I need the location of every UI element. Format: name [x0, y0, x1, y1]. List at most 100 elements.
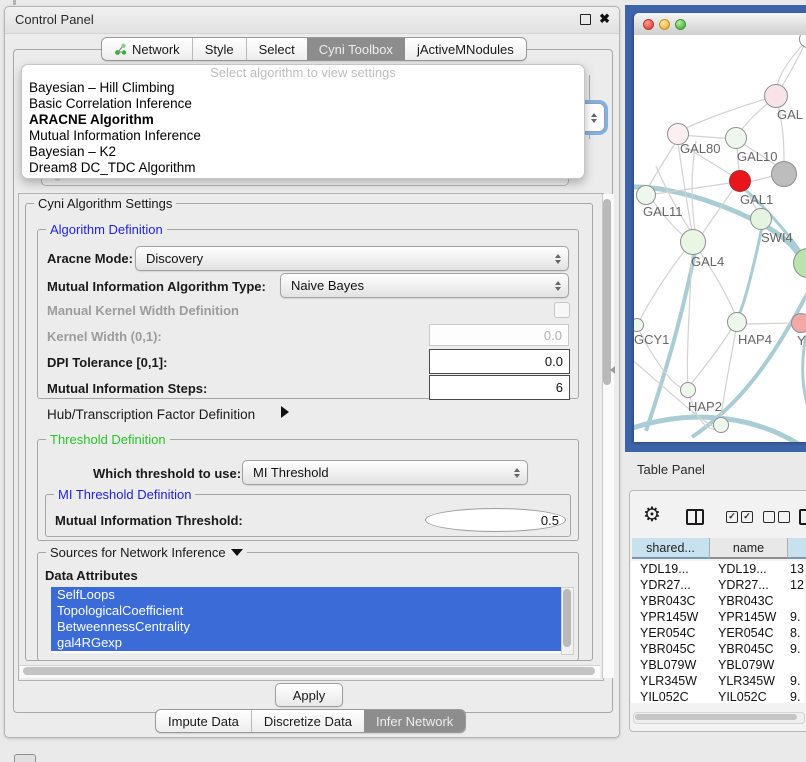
cell: YBR043C	[640, 593, 710, 609]
gear-icon[interactable]: ⚙	[643, 505, 661, 525]
table-row[interactable]: YBL079W YBL079W	[631, 657, 805, 673]
manual-kernel-checkbox[interactable]	[554, 302, 570, 318]
list-item[interactable]: TopologicalCoefficient	[51, 603, 561, 619]
network-node-gal-pink[interactable]	[764, 84, 788, 108]
network-node-gal10[interactable]	[725, 127, 747, 149]
popup-item-basic-correlation[interactable]: Basic Correlation Inference	[22, 96, 584, 112]
group-title: Sources for Network Inference	[46, 545, 247, 560]
partial-pane-icon[interactable]	[799, 509, 806, 525]
minimized-panel-icon[interactable]	[14, 754, 36, 762]
network-node-gal11[interactable]	[636, 185, 656, 205]
unchecked-checkbox-icon[interactable]	[778, 511, 790, 523]
column-header-shared[interactable]: shared...	[632, 538, 710, 559]
network-canvas[interactable]: GAL GAL80 GAL10 GAL1 GAL11 SWI4 GAL4 GCY…	[634, 35, 806, 442]
split-columns-icon[interactable]	[686, 509, 704, 525]
column-header-name[interactable]: name	[710, 538, 788, 559]
network-node-bottom[interactable]	[713, 417, 729, 433]
mi-type-combo[interactable]: Naive Bayes	[280, 273, 569, 298]
cell: 9.	[790, 673, 805, 689]
tab-select[interactable]: Select	[246, 38, 307, 60]
popup-item-bayesian-hill-climbing[interactable]: Bayesian – Hill Climbing	[22, 80, 584, 96]
node-label: SWI4	[761, 230, 793, 245]
network-node-pink-right[interactable]	[791, 313, 806, 333]
cell: YBL079W	[640, 657, 710, 673]
node-label: GAL4	[691, 254, 724, 269]
tab-infer-network[interactable]: Infer Network	[364, 710, 465, 732]
mi-threshold-field[interactable]	[425, 508, 566, 532]
attributes-list-scrollbar-thumb[interactable]	[563, 589, 571, 647]
cell: YDL19...	[718, 561, 788, 577]
cell: YBL079W	[718, 657, 788, 673]
aracne-mode-combo[interactable]: Discovery	[135, 246, 569, 271]
cell: YBR043C	[718, 593, 788, 609]
zoom-traffic-light-icon[interactable]	[675, 19, 686, 30]
table-row[interactable]: YBR043C YBR043C	[631, 593, 805, 609]
cell: YDR27...	[718, 577, 788, 593]
which-threshold-combo[interactable]: MI Threshold	[242, 460, 528, 485]
panel-resize-handle[interactable]	[610, 366, 615, 374]
popup-item-bayesian-k2[interactable]: Bayesian – K2	[22, 144, 584, 160]
network-node-gal1-red[interactable]	[729, 170, 751, 192]
table-row[interactable]: YDL19... YDL19... 13	[631, 561, 805, 577]
cell: 9.	[790, 641, 805, 657]
list-item[interactable]: gal4RGexp	[51, 635, 561, 651]
checked-checkbox-icon[interactable]: ✓	[726, 511, 738, 523]
network-node-swi4[interactable]	[750, 208, 772, 230]
unchecked-checkbox-icon[interactable]	[763, 511, 775, 523]
tab-jactivemnodules[interactable]: jActiveMNodules	[405, 38, 526, 60]
popup-item-dream8[interactable]: Dream8 DC_TDC Algorithm	[22, 160, 584, 176]
kernel-width-field[interactable]	[429, 324, 569, 346]
tab-network[interactable]: Network	[102, 38, 192, 60]
float-window-icon[interactable]	[580, 14, 591, 25]
cell: YIL052C	[718, 689, 788, 703]
hub-expander-label[interactable]: Hub/Transcription Factor Definition	[47, 407, 255, 422]
apply-label: Apply	[293, 688, 326, 703]
table-row[interactable]: YER054C YER054C 8.	[631, 625, 805, 641]
checked-checkbox-icon[interactable]: ✓	[741, 511, 753, 523]
close-icon[interactable]: ✖	[599, 11, 610, 27]
table-row[interactable]: YBR045C YBR045C 9.	[631, 641, 805, 657]
tab-label: Cyni Toolbox	[319, 42, 393, 57]
node-label: GAL10	[737, 149, 777, 164]
mi-type-label: Mutual Information Algorithm Type:	[47, 279, 266, 294]
tab-label: Discretize Data	[264, 714, 352, 729]
apply-button[interactable]: Apply	[275, 683, 343, 707]
column-header-clipped[interactable]	[788, 538, 806, 559]
network-node-hap2[interactable]	[680, 382, 696, 398]
mi-steps-field[interactable]	[429, 375, 570, 400]
popup-item-aracne[interactable]: ARACNE Algorithm	[22, 112, 584, 128]
tab-style[interactable]: Style	[192, 38, 246, 60]
table-row[interactable]: YLR345W YLR345W 9.	[631, 673, 805, 689]
list-item[interactable]: BetweennessCentrality	[51, 619, 561, 635]
combo-arrows-icon	[514, 468, 520, 478]
cell: YBR045C	[718, 641, 788, 657]
minimize-traffic-light-icon[interactable]	[659, 19, 670, 30]
table-horizontal-scrollbar-thumb[interactable]	[635, 714, 797, 720]
table-row[interactable]: YIL052C YIL052C 9.	[631, 689, 805, 703]
tab-label: jActiveMNodules	[417, 42, 514, 57]
settings-vertical-scrollbar-thumb[interactable]	[603, 199, 611, 385]
network-node-gal4[interactable]	[680, 229, 706, 255]
tab-impute-data[interactable]: Impute Data	[156, 710, 251, 732]
list-item[interactable]: SelfLoops	[51, 587, 561, 603]
table-row[interactable]: YPR145W YPR145W 9.	[631, 609, 805, 625]
desktop: Control Panel ✖ Network Style Select Cyn…	[0, 0, 806, 762]
network-node-gray[interactable]	[771, 161, 797, 187]
settings-horizontal-scrollbar-thumb[interactable]	[23, 667, 595, 675]
network-node-hap4[interactable]	[727, 312, 747, 332]
popup-item-mutual-information[interactable]: Mutual Information Inference	[22, 128, 584, 144]
cell: YDL19...	[640, 561, 710, 577]
network-window-titlebar[interactable]	[634, 13, 806, 36]
popup-placeholder: Select algorithm to view settings	[22, 65, 584, 80]
tab-cyni-toolbox[interactable]: Cyni Toolbox	[307, 38, 405, 60]
close-traffic-light-icon[interactable]	[643, 19, 654, 30]
dpi-tolerance-field[interactable]	[429, 349, 570, 374]
tab-label: Network	[132, 42, 180, 57]
cell: YDR27...	[640, 577, 710, 593]
table-row[interactable]: YDR27... YDR27... 12	[631, 577, 805, 593]
expander-arrow-icon[interactable]	[281, 406, 289, 418]
tab-discretize-data[interactable]: Discretize Data	[251, 710, 364, 732]
collapse-arrow-icon[interactable]	[231, 549, 243, 556]
table-panel-title: Table Panel	[637, 462, 705, 477]
node-label: GAL1	[740, 192, 773, 207]
